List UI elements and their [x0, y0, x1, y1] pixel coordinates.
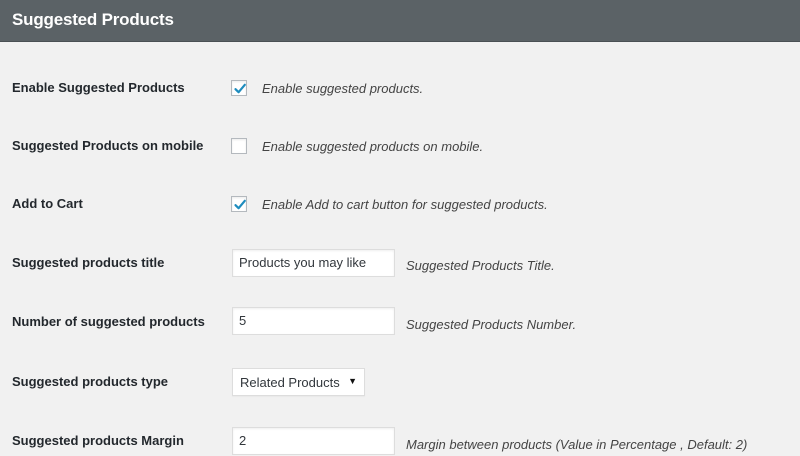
setting-label-add-to-cart: Add to Cart — [12, 196, 83, 211]
setting-row-title: Suggested products title Products you ma… — [0, 248, 800, 278]
suggested-products-mobile-checkbox[interactable] — [231, 138, 247, 154]
setting-desc-enable: Enable suggested products. — [262, 81, 424, 96]
suggested-products-type-select[interactable]: Related Products ▼ — [232, 368, 365, 396]
suggested-products-title-input[interactable]: Products you may like — [232, 249, 395, 277]
add-to-cart-checkbox[interactable] — [231, 196, 247, 212]
section-title: Suggested Products — [12, 10, 174, 29]
setting-label-margin: Suggested products Margin — [12, 433, 184, 448]
setting-desc-add-to-cart: Enable Add to cart button for suggested … — [262, 197, 548, 212]
dropdown-arrow-icon: ▼ — [348, 376, 357, 386]
setting-row-number: Number of suggested products 5 Suggested… — [0, 306, 800, 336]
setting-row-add-to-cart: Add to Cart Enable Add to cart button fo… — [0, 195, 800, 215]
setting-desc-title: Suggested Products Title. — [406, 258, 555, 273]
settings-panel: Suggested Products Enable Suggested Prod… — [0, 0, 800, 455]
setting-label-mobile: Suggested Products on mobile — [12, 138, 204, 153]
enable-suggested-products-checkbox[interactable] — [231, 80, 247, 96]
checkmark-icon — [234, 83, 246, 94]
select-value: Related Products — [240, 375, 340, 390]
setting-desc-number: Suggested Products Number. — [406, 317, 577, 332]
setting-row-mobile: Suggested Products on mobile Enable sugg… — [0, 137, 800, 157]
setting-label-enable: Enable Suggested Products — [12, 80, 185, 95]
suggested-products-number-input[interactable]: 5 — [232, 307, 395, 335]
section-header: Suggested Products — [0, 0, 800, 42]
setting-label-number: Number of suggested products — [12, 314, 205, 329]
setting-label-title: Suggested products title — [12, 255, 165, 270]
setting-desc-mobile: Enable suggested products on mobile. — [262, 139, 484, 154]
suggested-products-margin-input[interactable]: 2 — [232, 427, 395, 455]
setting-row-enable: Enable Suggested Products Enable suggest… — [0, 79, 800, 99]
checkmark-icon — [234, 199, 246, 210]
setting-row-margin: Suggested products Margin 2 Margin betwe… — [0, 426, 800, 456]
setting-row-type: Suggested products type Related Products… — [0, 367, 800, 397]
setting-label-type: Suggested products type — [12, 374, 169, 389]
